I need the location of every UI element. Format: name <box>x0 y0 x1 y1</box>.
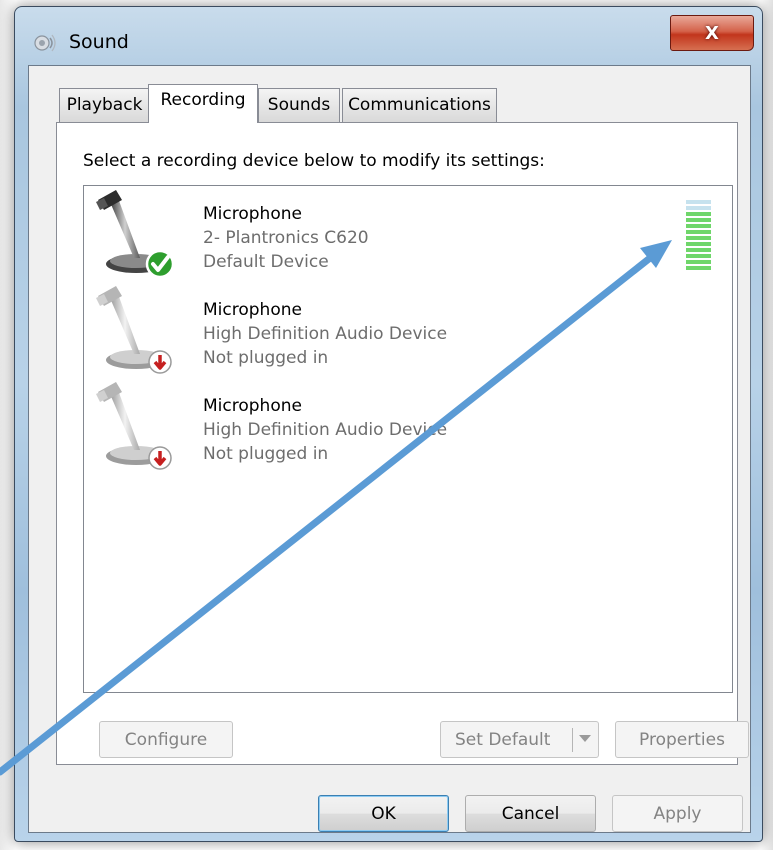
ok-button-label: OK <box>371 803 396 824</box>
recording-tab-panel: Select a recording device below to modif… <box>56 122 749 765</box>
tab-label: Recording <box>160 90 246 110</box>
properties-button[interactable]: Properties <box>615 721 749 758</box>
sound-dialog-window: Sound X Playback Recording Sounds Commun… <box>14 6 763 842</box>
microphone-icon <box>96 286 172 374</box>
device-name: Microphone <box>203 204 302 224</box>
dialog-client-area: Playback Recording Sounds Communications… <box>28 65 751 833</box>
tab-recording[interactable]: Recording <box>148 84 258 123</box>
device-description: 2- Plantronics C620 <box>203 228 369 248</box>
level-meter-segment <box>686 260 711 264</box>
tab-sounds[interactable]: Sounds <box>258 88 340 122</box>
level-meter-segment <box>686 248 711 252</box>
ok-button[interactable]: OK <box>318 795 449 832</box>
list-item-device-hd-audio-2[interactable]: Microphone High Definition Audio Device … <box>84 378 730 474</box>
tab-label: Communications <box>348 95 491 115</box>
level-meter-segment <box>686 236 711 240</box>
instruction-text: Select a recording device below to modif… <box>83 151 545 171</box>
close-icon: X <box>705 22 719 44</box>
properties-button-label: Properties <box>639 729 725 750</box>
list-item-device-plantronics[interactable]: Microphone 2- Plantronics C620 Default D… <box>84 186 730 282</box>
window-title: Sound <box>69 31 129 53</box>
recording-device-list[interactable]: Microphone 2- Plantronics C620 Default D… <box>83 185 733 693</box>
device-description: High Definition Audio Device <box>203 420 448 440</box>
tab-playback[interactable]: Playback <box>59 88 150 122</box>
microphone-icon <box>96 382 172 470</box>
level-meter-segment <box>686 200 711 204</box>
tab-label: Sounds <box>267 95 331 115</box>
level-meter-segment <box>686 230 711 234</box>
speaker-icon <box>34 34 56 52</box>
level-meter-segment <box>686 224 711 228</box>
tab-label: Playback <box>66 95 143 115</box>
device-description: High Definition Audio Device <box>203 324 448 344</box>
configure-button-label: Configure <box>124 729 208 750</box>
apply-button-label: Apply <box>653 803 702 824</box>
title-bar[interactable]: Sound X <box>15 7 762 63</box>
device-status: Not plugged in <box>203 348 329 368</box>
list-item-device-hd-audio-1[interactable]: Microphone High Definition Audio Device … <box>84 282 730 378</box>
level-meter-segment <box>686 206 711 210</box>
cancel-button[interactable]: Cancel <box>465 795 596 832</box>
chevron-down-icon[interactable] <box>579 735 591 742</box>
level-meter-segment <box>686 242 711 246</box>
level-meter-segment <box>686 218 711 222</box>
microphone-icon <box>96 190 175 279</box>
cancel-button-label: Cancel <box>501 803 560 824</box>
close-button[interactable]: X <box>670 15 754 51</box>
device-name: Microphone <box>203 396 302 416</box>
set-default-button-label: Set Default <box>455 729 551 750</box>
audio-level-meter <box>686 200 711 274</box>
level-meter-segment <box>686 212 711 216</box>
split-button-divider <box>572 728 573 752</box>
level-meter-segment <box>686 254 711 258</box>
device-status: Not plugged in <box>203 444 329 464</box>
level-meter-segment <box>686 266 711 270</box>
apply-button[interactable]: Apply <box>612 795 743 832</box>
set-default-button[interactable]: Set Default <box>440 721 599 758</box>
tab-communications[interactable]: Communications <box>342 88 497 122</box>
device-name: Microphone <box>203 300 302 320</box>
device-status: Default Device <box>203 252 329 272</box>
configure-button[interactable]: Configure <box>99 721 233 758</box>
